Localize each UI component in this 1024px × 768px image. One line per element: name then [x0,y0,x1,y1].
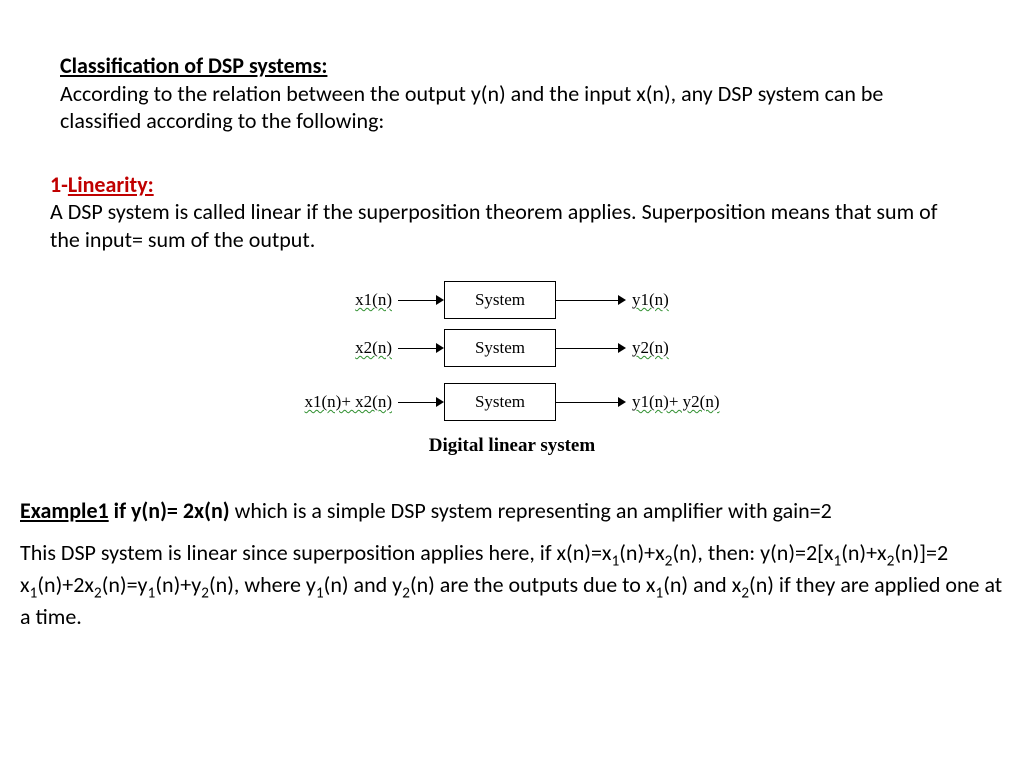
system-box: System [444,281,556,319]
system-box: System [444,329,556,367]
input-label: x1(n)+ x2(n) [305,392,392,411]
arrow-icon [398,293,444,307]
output-label: y1(n) [632,290,669,309]
arrow-icon [398,341,444,355]
example-body: This DSP system is linear since superpos… [20,539,1004,632]
arrow-icon [556,341,626,355]
output-label: y1(n)+ y2(n) [632,392,719,411]
example-condition: if y(n)= 2x(n) [109,497,230,524]
diagram-row: x1(n) System y1(n) [262,281,762,319]
intro-text: According to the relation between the ou… [60,80,883,135]
example-label: Example1 [20,497,109,524]
system-box: System [444,383,556,421]
arrow-icon [398,395,444,409]
linearity-number: 1- [50,171,68,198]
arrow-icon [556,395,626,409]
diagram-row: x2(n) System y2(n) [262,329,762,367]
arrow-icon [556,293,626,307]
linearity-paragraph: 1-Linearity: A DSP system is called line… [50,171,964,254]
linearity-name: Linearity: [68,171,154,198]
page-title: Classification of DSP systems: [60,52,327,79]
linearity-heading: 1-Linearity: [50,171,154,198]
input-label: x2(n) [355,338,392,357]
diagram-row: x1(n)+ x2(n) System y1(n)+ y2(n) [262,383,762,421]
linearity-desc: A DSP system is called linear if the sup… [50,198,937,253]
input-label: x1(n) [355,290,392,309]
classification-paragraph: Classification of DSP systems: According… [60,52,964,135]
output-label: y2(n) [632,338,669,357]
example-tail: which is a simple DSP system representin… [230,497,832,524]
example-block: Example1 if y(n)= 2x(n) which is a simpl… [20,497,1004,632]
diagram-caption: Digital linear system [429,435,595,457]
linearity-diagram: x1(n) System y1(n) x2(n) System y2(n) x1… [60,281,964,457]
